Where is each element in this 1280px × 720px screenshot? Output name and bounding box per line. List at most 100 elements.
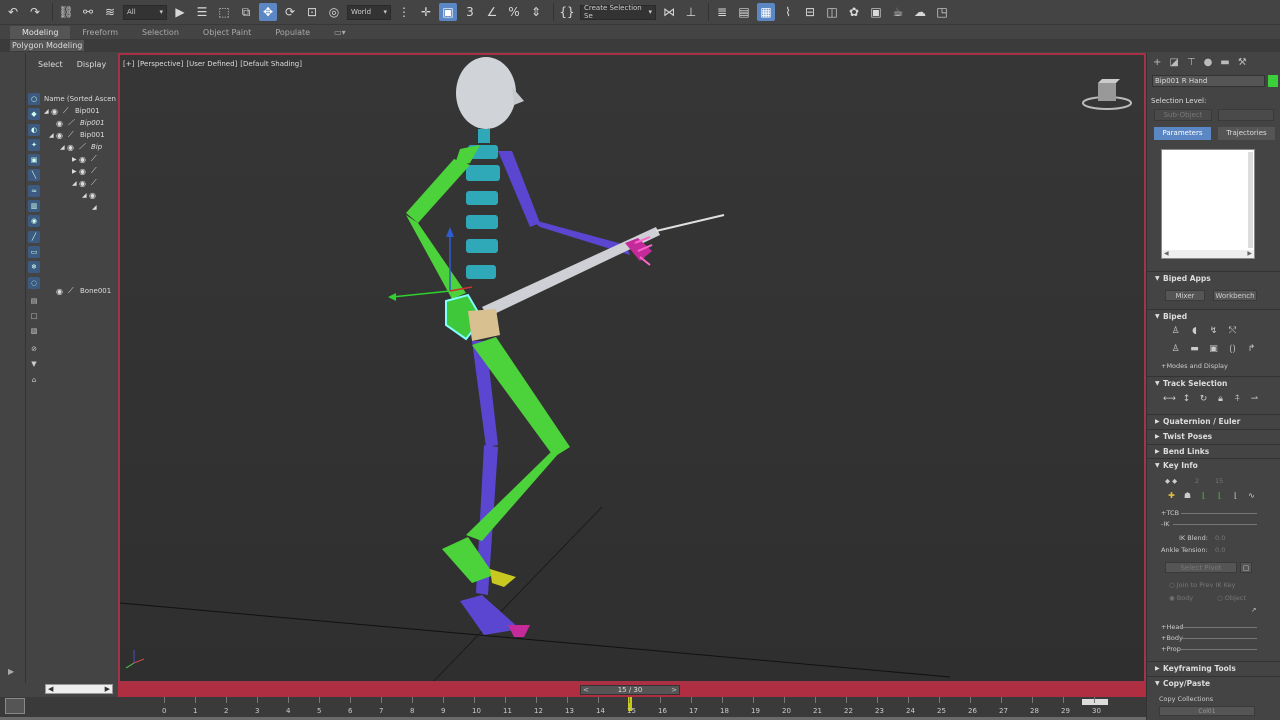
sub-object-dropdown[interactable]: [1218, 109, 1274, 121]
select-by-name-icon[interactable]: ☰: [193, 3, 211, 21]
display-shapes-icon[interactable]: ◐: [28, 123, 40, 136]
tree-item[interactable]: ◢: [44, 201, 118, 213]
display-xrefs-icon[interactable]: ◉: [28, 215, 40, 228]
body-rotation-icon[interactable]: ↻: [1197, 394, 1210, 404]
rollout-header[interactable]: ▶ Bend Links: [1147, 445, 1280, 458]
biped-spine-5[interactable]: [466, 239, 498, 253]
list-vertical-scrollbar[interactable]: [1248, 152, 1253, 248]
unlink-icon[interactable]: ⚯: [79, 3, 97, 21]
rollout-quaternion-euler[interactable]: ▶ Quaternion / Euler: [1147, 414, 1280, 428]
tab-populate[interactable]: Populate: [263, 26, 322, 39]
tree-item[interactable]: ◢ ◉ ⟋ Bip: [44, 141, 118, 153]
rollout-copy-paste[interactable]: ▼ Copy/Paste: [1147, 676, 1280, 690]
rollout-header[interactable]: ▶ Twist Poses: [1147, 430, 1280, 443]
display-spacewarps-icon[interactable]: ≈: [28, 184, 40, 197]
display-hidden-icon[interactable]: ◌: [28, 276, 40, 289]
biped-character[interactable]: [388, 57, 725, 637]
eye-icon[interactable]: ◉: [79, 179, 91, 188]
motion-tab-icon[interactable]: ●: [1204, 57, 1213, 68]
redo-icon[interactable]: ↷: [26, 3, 44, 21]
workbench-button[interactable]: Workbench: [1213, 290, 1257, 301]
anchor-icon[interactable]: ∿: [1245, 491, 1258, 500]
snap-toggle-icon[interactable]: 3: [461, 3, 479, 21]
set-planted-key-icon[interactable]: ☗: [1181, 491, 1194, 500]
tree-item[interactable]: ◢ ◉ ⟋ Bip001: [44, 105, 118, 117]
eye-icon[interactable]: ◉: [51, 107, 63, 116]
ik-label[interactable]: -IK: [1161, 520, 1170, 528]
transform-gizmo[interactable]: [388, 227, 473, 301]
render-iterative-icon[interactable]: ☁: [911, 3, 929, 21]
body-horizontal-icon[interactable]: ⟷: [1163, 394, 1176, 404]
explorer-tab-select[interactable]: Select: [38, 60, 63, 69]
previous-frame-icon[interactable]: <: [583, 686, 589, 694]
layer-manager-icon[interactable]: ≣: [713, 3, 731, 21]
rollout-header[interactable]: ▼ Track Selection: [1147, 377, 1280, 390]
tab-freeform[interactable]: Freeform: [70, 26, 130, 39]
set-sliding-key-icon[interactable]: ⌊: [1197, 491, 1210, 500]
opposite-icon[interactable]: ⇀: [1248, 394, 1261, 404]
prop-label[interactable]: +Prop: [1161, 645, 1181, 653]
symmetrical-icon[interactable]: ⍏: [1231, 394, 1244, 404]
tree-item[interactable]: ◉ ⟋ Bone001: [44, 285, 118, 297]
spinner-snap-icon[interactable]: ⇕: [527, 3, 545, 21]
find-icon[interactable]: ⊘: [28, 343, 40, 355]
rollout-header[interactable]: ▼ Key Info: [1147, 459, 1280, 472]
scroll-left-icon[interactable]: ◀: [48, 685, 53, 693]
edit-named-selection-icon[interactable]: {}: [558, 3, 576, 21]
eye-icon[interactable]: ◉: [67, 143, 79, 152]
expand-icon[interactable]: ▶: [72, 156, 79, 163]
polygon-modeling-label[interactable]: Polygon Modeling: [10, 40, 85, 51]
rect-selection-icon[interactable]: ⬚: [215, 3, 233, 21]
collapse-icon[interactable]: ◢: [60, 144, 67, 151]
modes-display-label[interactable]: +Modes and Display: [1161, 362, 1228, 370]
scroll-right-icon[interactable]: ▶: [1247, 250, 1252, 258]
percent-snap-icon[interactable]: %: [505, 3, 523, 21]
explorer-horizontal-scrollbar[interactable]: ◀ ▶: [45, 684, 113, 694]
collapse-icon[interactable]: ◢: [44, 108, 51, 115]
biped-head[interactable]: [456, 57, 516, 129]
tree-item[interactable]: ◉ ⟋ Bip001: [44, 117, 118, 129]
align-icon[interactable]: ⊥: [682, 3, 700, 21]
load-fig-icon[interactable]: ⟮⟯: [1226, 344, 1239, 354]
trajectories-button[interactable]: Trajectories: [1218, 127, 1275, 140]
biped-spine-6[interactable]: [466, 265, 496, 279]
hierarchy-tab-icon[interactable]: ⊤: [1187, 57, 1196, 68]
display-none-icon[interactable]: ○: [28, 93, 40, 105]
rollout-header[interactable]: ▼ Copy/Paste: [1147, 677, 1280, 690]
lock-icon[interactable]: ⌂: [28, 374, 40, 386]
object-color-swatch[interactable]: [1268, 75, 1278, 87]
tree-item[interactable]: ◢ ◉ ⟋ Bip001: [44, 129, 118, 141]
pick-object-icon[interactable]: ↗: [1251, 606, 1256, 614]
eye-icon[interactable]: ◉: [89, 191, 101, 200]
viewcube-icon[interactable]: [1082, 79, 1132, 110]
set-free-key-icon[interactable]: ⌊: [1213, 491, 1226, 500]
material-editor-icon[interactable]: ◫: [823, 3, 841, 21]
eye-icon[interactable]: ◉: [79, 167, 91, 176]
link-icon[interactable]: ⛓: [57, 3, 75, 21]
display-geometry-icon[interactable]: ◆: [28, 108, 40, 121]
tab-modeling[interactable]: Modeling: [10, 26, 71, 39]
set-ik-key-icon[interactable]: ⌊: [1229, 491, 1242, 500]
object-name-field[interactable]: Bip001 R Hand: [1152, 75, 1265, 87]
eye-icon[interactable]: ◉: [56, 287, 68, 296]
tree-item[interactable]: ◢ ◉: [44, 189, 118, 201]
scale-icon[interactable]: ⊡: [303, 3, 321, 21]
biped-l-calf[interactable]: [466, 445, 566, 541]
rollout-key-info[interactable]: ▼ Key Info: [1147, 458, 1280, 472]
body-vertical-icon[interactable]: ↕: [1180, 394, 1193, 404]
render-setup-icon[interactable]: ✿: [845, 3, 863, 21]
list-horizontal-scrollbar[interactable]: ◀ ▶: [1162, 250, 1254, 258]
utilities-tab-icon[interactable]: ⚒: [1238, 57, 1247, 68]
display-lights-icon[interactable]: ✦: [28, 138, 40, 151]
rollout-track-selection[interactable]: ▼ Track Selection: [1147, 376, 1280, 390]
invert-display-icon[interactable]: ▧: [28, 325, 40, 337]
display-bones-icon[interactable]: ╱: [28, 230, 40, 243]
rotate-icon[interactable]: ⟳: [281, 3, 299, 21]
toggle-ribbon-icon[interactable]: ▤: [735, 3, 753, 21]
render-production-icon[interactable]: ☕: [889, 3, 907, 21]
eye-icon[interactable]: ◉: [79, 155, 91, 164]
tcb-label[interactable]: +TCB: [1161, 509, 1179, 517]
biped-l-toe[interactable]: [490, 569, 516, 587]
maxscript-listener-button[interactable]: [5, 698, 25, 714]
explorer-tab-display[interactable]: Display: [77, 60, 107, 69]
